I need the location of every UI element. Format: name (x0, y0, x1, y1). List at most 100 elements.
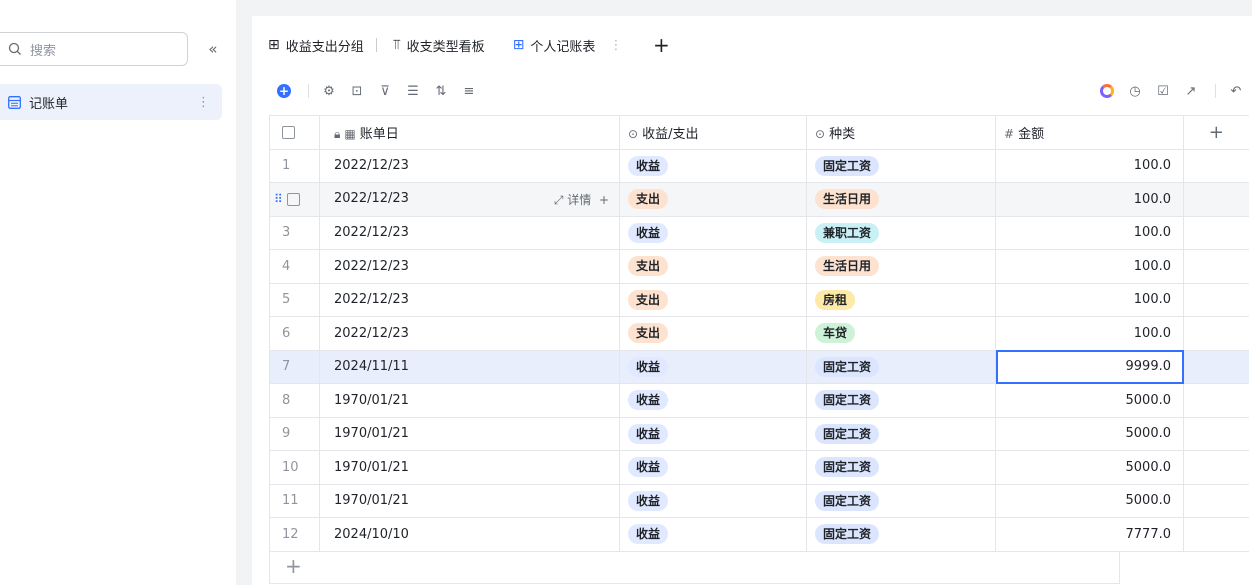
table-row[interactable]: 7 2024/11/11 收益 固定工资 9999.0 (269, 350, 1249, 384)
cell-kind[interactable]: 生活日用 (806, 182, 996, 217)
cell-kind[interactable]: 兼职工资 (806, 216, 996, 250)
cell-amount[interactable]: 100.0 (995, 283, 1184, 317)
cell-date[interactable]: 2024/10/10 (319, 517, 620, 552)
row-index-cell[interactable]: ⠿ (269, 182, 320, 217)
cell-amount[interactable]: 9999.0 (995, 350, 1184, 384)
table-row[interactable]: 3 2022/12/23 收益 兼职工资 100.0 (269, 216, 1249, 250)
cell-amount[interactable]: 100.0 (995, 182, 1184, 217)
cell-type[interactable]: 收益 (619, 383, 807, 418)
cell-type[interactable]: 收益 (619, 350, 807, 384)
group-icon[interactable]: ☰ (401, 79, 425, 103)
table-row[interactable]: 8 1970/01/21 收益 固定工资 5000.0 (269, 383, 1249, 418)
cell-type[interactable]: 收益 (619, 149, 807, 183)
row-index-cell[interactable]: 8 (269, 383, 320, 418)
cell-kind[interactable]: 车贷 (806, 316, 996, 351)
cell-type[interactable]: 支出 (619, 249, 807, 284)
checklist-icon[interactable]: ☑ (1151, 79, 1175, 103)
cell-date[interactable]: 2022/12/23 (319, 249, 620, 284)
table-row[interactable]: 12 2024/10/10 收益 固定工资 7777.0 (269, 517, 1249, 552)
table-row[interactable]: 4 2022/12/23 支出 生活日用 100.0 (269, 249, 1249, 284)
cell-type[interactable]: 收益 (619, 517, 807, 552)
cell-amount[interactable]: 5000.0 (995, 484, 1184, 518)
table-row[interactable]: 1 2022/12/23 收益 固定工资 100.0 (269, 149, 1249, 183)
cell-kind[interactable]: 固定工资 (806, 417, 996, 451)
cell-date[interactable]: 2024/11/11 (319, 350, 620, 384)
row-index-cell[interactable]: 3 (269, 216, 320, 250)
row-index-cell[interactable]: 5 (269, 283, 320, 317)
row-checkbox[interactable] (286, 192, 300, 206)
cell-date[interactable]: 2022/12/23 (319, 149, 620, 183)
cell-date[interactable]: 1970/01/21 (319, 383, 620, 418)
column-header-date[interactable]: 🔒︎ ▦ 账单日 (319, 115, 620, 150)
cell-date[interactable]: 2022/12/23 (319, 283, 620, 317)
sidebar-item-ledger[interactable]: 记账单 ⋮ (0, 84, 222, 120)
table-row[interactable]: 11 1970/01/21 收益 固定工资 5000.0 (269, 484, 1249, 518)
cell-amount[interactable]: 5000.0 (995, 450, 1184, 485)
filter-icon[interactable]: ⊽ (373, 79, 397, 103)
table-row[interactable]: ⠿ 2022/12/23 ⤢ 详情 + 支出 生活日用 100.0 (269, 182, 1249, 217)
column-header-kind[interactable]: ⊙ 种类 (806, 115, 996, 150)
row-index-cell[interactable]: 10 (269, 450, 320, 485)
cell-amount[interactable]: 100.0 (995, 216, 1184, 250)
tab-income-expense-group[interactable]: ⊞ 收益支出分组 (252, 29, 376, 61)
sort-icon[interactable]: ⇅ (429, 79, 453, 103)
cell-kind[interactable]: 固定工资 (806, 350, 996, 384)
cell-date[interactable]: 2022/12/23 (319, 216, 620, 250)
table-row[interactable]: 5 2022/12/23 支出 房租 100.0 (269, 283, 1249, 317)
cell-kind[interactable]: 生活日用 (806, 249, 996, 284)
cell-kind[interactable]: 房租 (806, 283, 996, 317)
cell-type[interactable]: 支出 (619, 182, 807, 217)
column-header-amount[interactable]: # 金额 (995, 115, 1184, 150)
cell-date[interactable]: 1970/01/21 (319, 417, 620, 451)
cell-amount[interactable]: 5000.0 (995, 383, 1184, 418)
cell-kind[interactable]: 固定工资 (806, 383, 996, 418)
row-index-cell[interactable]: 12 (269, 517, 320, 552)
cell-type[interactable]: 支出 (619, 316, 807, 351)
share-icon[interactable]: ↗ (1179, 79, 1203, 103)
row-index-cell[interactable]: 7 (269, 350, 320, 384)
drag-handle-icon[interactable]: ⠿ (274, 192, 283, 206)
cell-amount[interactable]: 7777.0 (995, 517, 1184, 552)
detail-button[interactable]: 详情 (567, 193, 591, 207)
cell-date[interactable]: 1970/01/21 (319, 484, 620, 518)
add-record-icon[interactable]: + (272, 79, 296, 103)
undo-icon[interactable]: ↶ (1224, 79, 1248, 103)
cell-type[interactable]: 收益 (619, 450, 807, 485)
cell-amount[interactable]: 5000.0 (995, 417, 1184, 451)
cell-kind[interactable]: 固定工资 (806, 450, 996, 485)
row-add-button[interactable]: + (599, 193, 609, 207)
collapse-sidebar-icon[interactable]: « (202, 38, 224, 60)
add-view-button[interactable]: + (650, 33, 672, 57)
settings-icon[interactable]: ⚙ (317, 79, 341, 103)
row-index-cell[interactable]: 11 (269, 484, 320, 518)
cell-kind[interactable]: 固定工资 (806, 484, 996, 518)
history-icon[interactable]: ◷ (1123, 79, 1147, 103)
row-index-cell[interactable]: 6 (269, 316, 320, 351)
cell-kind[interactable]: 固定工资 (806, 149, 996, 183)
cell-date[interactable]: 2022/12/23 (319, 316, 620, 351)
cell-date[interactable]: 1970/01/21 (319, 450, 620, 485)
table-row[interactable]: 9 1970/01/21 收益 固定工资 5000.0 (269, 417, 1249, 451)
add-column-button[interactable]: + (1183, 115, 1249, 150)
tab-personal-ledger[interactable]: ⊞ 个人记账表 ⋮ (496, 29, 635, 61)
tab-type-kanban[interactable]: ⫪ 收支类型看板 (377, 29, 497, 61)
cell-date[interactable]: 2022/12/23 ⤢ 详情 + (319, 182, 620, 217)
row-index-cell[interactable]: 4 (269, 249, 320, 284)
cell-type[interactable]: 支出 (619, 283, 807, 317)
select-all-checkbox[interactable] (282, 125, 295, 139)
row-index-cell[interactable]: 9 (269, 417, 320, 451)
table-row[interactable]: 6 2022/12/23 支出 车贷 100.0 (269, 316, 1249, 351)
select-all-cell[interactable] (269, 115, 320, 150)
cell-type[interactable]: 收益 (619, 484, 807, 518)
cell-amount[interactable]: 100.0 (995, 249, 1184, 284)
cell-kind[interactable]: 固定工资 (806, 517, 996, 552)
more-options-icon[interactable]: ⋮ (197, 95, 210, 110)
cell-amount[interactable]: 100.0 (995, 316, 1184, 351)
row-index-cell[interactable]: 1 (269, 149, 320, 183)
table-row[interactable]: 10 1970/01/21 收益 固定工资 5000.0 (269, 450, 1249, 485)
column-header-type[interactable]: ⊙ 收益/支出 (619, 115, 807, 150)
row-tools[interactable]: ⤢ 详情 + (554, 191, 609, 208)
cell-amount[interactable]: 100.0 (995, 149, 1184, 183)
row-height-icon[interactable]: ≡ (457, 79, 481, 103)
cell-type[interactable]: 收益 (619, 216, 807, 250)
